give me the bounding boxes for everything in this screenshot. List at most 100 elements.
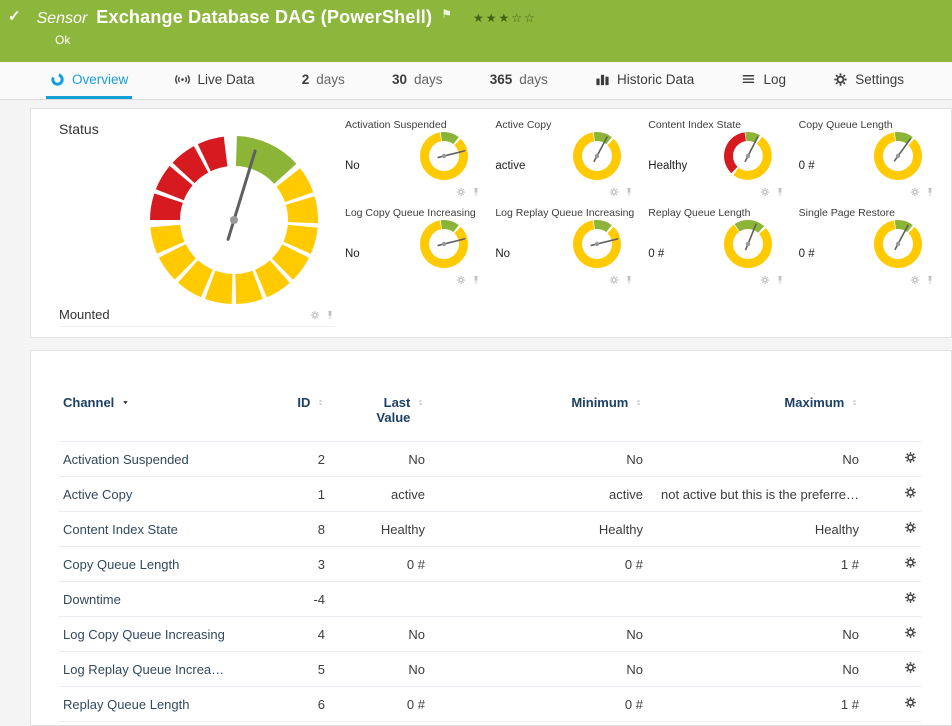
gear-icon[interactable] — [310, 310, 320, 320]
channel-minimum: No — [429, 442, 647, 477]
channel-name[interactable]: Active Copy — [59, 477, 255, 512]
tab-30-days[interactable]: 30 days — [388, 62, 447, 99]
channel-id: 5 — [255, 652, 329, 687]
tab-live-data[interactable]: Live Data — [171, 62, 258, 99]
channel-id: -4 — [255, 582, 329, 617]
table-row: Replay Queue Length 6 0 # 0 # 1 # — [59, 687, 921, 722]
channel-minimum — [429, 582, 647, 617]
tab-overview[interactable]: Overview — [46, 62, 132, 99]
channel-gauge — [419, 131, 469, 181]
stars-filled[interactable]: ★★★ — [473, 11, 511, 25]
column-header-maximum[interactable]: Maximum — [647, 391, 863, 442]
gear-icon[interactable] — [609, 275, 619, 285]
gauge-title: Content Index State — [648, 119, 784, 131]
gear-icon[interactable] — [910, 187, 920, 197]
tab-unit: days — [316, 72, 345, 87]
channel-name[interactable]: Log Replay Queue Increa… — [59, 652, 255, 687]
channel-minimum: active — [429, 477, 647, 512]
channel-settings-gear-icon[interactable] — [904, 696, 917, 709]
page-title: Exchange Database DAG (PowerShell) — [96, 7, 432, 28]
channel-id: 2 — [255, 442, 329, 477]
tab-log[interactable]: Log — [737, 62, 790, 99]
channel-name[interactable]: Activation Suspended — [59, 442, 255, 477]
channel-id: 8 — [255, 512, 329, 547]
table-row: Downtime -4 — [59, 582, 921, 617]
column-header-last-value[interactable]: Last Value — [329, 391, 429, 442]
gear-icon — [833, 72, 848, 87]
column-header-id[interactable]: ID — [255, 391, 329, 442]
primary-channel-value: Mounted — [59, 307, 110, 322]
channel-settings-gear-icon[interactable] — [904, 626, 917, 639]
channel-settings-gear-icon[interactable] — [904, 661, 917, 674]
channel-maximum: No — [647, 617, 863, 652]
channel-minimum: 0 # — [429, 687, 647, 722]
pin-icon[interactable] — [624, 275, 634, 285]
pin-icon[interactable] — [925, 275, 935, 285]
pin-icon[interactable] — [925, 187, 935, 197]
gear-icon[interactable] — [456, 275, 466, 285]
tab-historic-data[interactable]: Historic Data — [591, 62, 698, 99]
gear-icon[interactable] — [609, 187, 619, 197]
channel-minimum: No — [429, 652, 647, 687]
channel-gauge — [572, 131, 622, 181]
tab-label: Settings — [855, 72, 904, 87]
gauge-value: 0 # — [799, 248, 815, 260]
channel-name[interactable]: Log Copy Queue Increasing — [59, 617, 255, 652]
channel-settings-gear-icon[interactable] — [904, 591, 917, 604]
channel-name[interactable]: Single Page Restore — [59, 722, 255, 726]
gear-icon[interactable] — [760, 275, 770, 285]
channel-name[interactable]: Downtime — [59, 582, 255, 617]
channel-name[interactable]: Content Index State — [59, 512, 255, 547]
gear-icon[interactable] — [456, 187, 466, 197]
pin-icon[interactable] — [775, 275, 785, 285]
tab-365-days[interactable]: 365 days — [486, 62, 552, 99]
channel-maximum: No — [647, 442, 863, 477]
pin-icon[interactable] — [624, 187, 634, 197]
pin-icon[interactable] — [775, 187, 785, 197]
channel-gauge-replay-queue-length: Replay Queue Length 0 # — [648, 207, 784, 289]
column-header-channel[interactable]: Channel — [59, 391, 255, 442]
channel-maximum: 1 # — [647, 547, 863, 582]
channel-settings-gear-icon[interactable] — [904, 521, 917, 534]
channel-id: 7 — [255, 722, 329, 726]
gear-icon[interactable] — [760, 187, 770, 197]
channel-minimum: No — [429, 617, 647, 652]
tab-2-days[interactable]: 2 days — [298, 62, 349, 99]
channel-gauge-active-copy: Active Copy active — [495, 119, 634, 201]
pin-icon[interactable] — [471, 275, 481, 285]
sort-desc-icon — [121, 398, 130, 407]
stars-empty[interactable]: ☆☆ — [511, 11, 537, 25]
gauge-title: Single Page Restore — [799, 207, 935, 219]
gauge-title: Copy Queue Length — [799, 119, 935, 131]
column-header-actions — [863, 391, 921, 442]
column-header-minimum[interactable]: Minimum — [429, 391, 647, 442]
tab-settings[interactable]: Settings — [829, 62, 908, 99]
channel-last-value — [329, 582, 429, 617]
channel-gauge-log-copy-queue-increasing: Log Copy Queue Increasing No — [345, 207, 481, 289]
tab-bar: Overview Live Data 2 days 30 days 365 da… — [0, 62, 952, 100]
channel-gauge — [723, 131, 773, 181]
tab-label: Overview — [72, 72, 128, 87]
pin-icon[interactable] — [325, 310, 335, 320]
channel-name[interactable]: Copy Queue Length — [59, 547, 255, 582]
flag-icon[interactable]: ⚑ — [441, 7, 452, 21]
channel-settings-gear-icon[interactable] — [904, 486, 917, 499]
channel-id: 4 — [255, 617, 329, 652]
priority-stars[interactable]: ★★★☆☆ — [473, 11, 537, 25]
channel-gauge-log-replay-queue-increasing: Log Replay Queue Increasing No — [495, 207, 634, 289]
channel-name[interactable]: Replay Queue Length — [59, 687, 255, 722]
channel-last-value: Healthy — [329, 512, 429, 547]
gauge-value: 0 # — [799, 160, 815, 172]
channel-last-value: 0 # — [329, 687, 429, 722]
primary-channel-gauge-area: Status Mounted — [31, 109, 343, 337]
pin-icon[interactable] — [471, 187, 481, 197]
channel-gauge-content-index-state: Content Index State Healthy — [648, 119, 784, 201]
sort-icon — [316, 398, 325, 407]
gauge-value: 0 # — [648, 248, 664, 260]
gauge-title: Log Replay Queue Increasing — [495, 207, 634, 219]
channel-last-value: 0 # — [329, 722, 429, 726]
sort-icon — [850, 398, 859, 407]
channel-settings-gear-icon[interactable] — [904, 556, 917, 569]
gear-icon[interactable] — [910, 275, 920, 285]
channel-settings-gear-icon[interactable] — [904, 451, 917, 464]
